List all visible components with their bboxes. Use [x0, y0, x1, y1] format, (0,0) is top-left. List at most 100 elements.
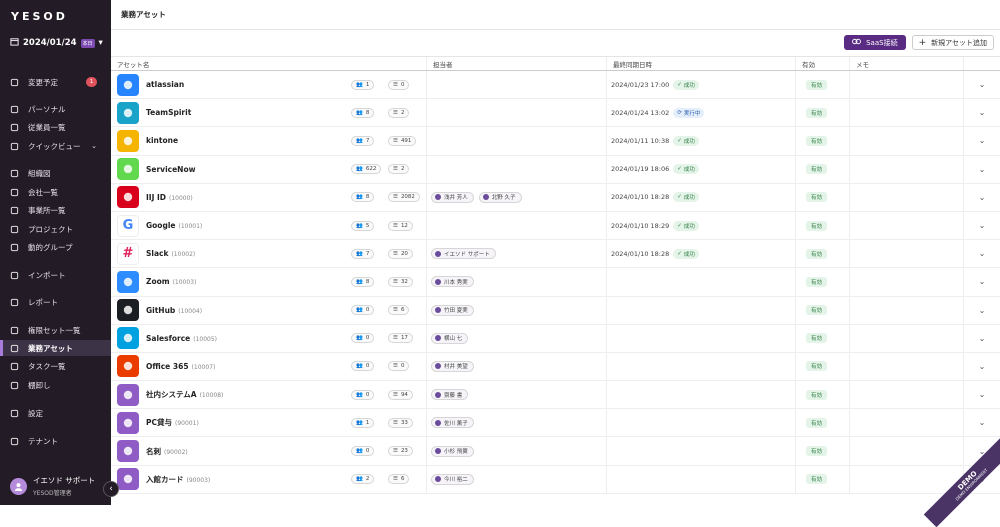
owner-chip[interactable]: イエソド サポート [431, 248, 496, 259]
table-row[interactable]: GGoogle(10001)👥5☰122024/01/10 18:29✓成功有効… [111, 212, 1000, 240]
asset-name[interactable]: atlassian [146, 80, 187, 89]
asset-id: (10003) [173, 279, 197, 286]
list-icon: ☰ [393, 279, 398, 285]
sidebar-item-2[interactable]: 従業員一覧 [0, 119, 111, 135]
sidebar-item-5[interactable]: 会社一覧 [0, 184, 111, 200]
table-row[interactable]: 入館カード(90003)👥2☰6今川 裕二有効⌄ [111, 466, 1000, 494]
sidebar-item-11[interactable]: 権限セット一覧 [0, 322, 111, 338]
date-selector[interactable]: 2024/01/24 本日 ▾ [10, 37, 103, 49]
sidebar-item-4[interactable]: 組織図 [0, 165, 111, 181]
sidebar-item-10[interactable]: レポート [0, 294, 111, 310]
expand-row-button[interactable]: ⌄ [964, 325, 1000, 352]
owner-name: 今川 裕二 [444, 475, 468, 483]
sidebar-item-6[interactable]: 事業所一覧 [0, 202, 111, 218]
collapse-sidebar-button[interactable]: ‹ [103, 481, 119, 497]
asset-name[interactable]: PC貸与(90001) [146, 417, 199, 428]
expand-row-button[interactable]: ⌄ [964, 184, 1000, 211]
expand-row-button[interactable]: ⌄ [964, 212, 1000, 239]
table-row[interactable]: IIJ ID(10000)👥8☰2082浅井 芳人北野 久子2024/01/10… [111, 184, 1000, 212]
owner-chip[interactable]: 小杉 飛翼 [431, 446, 474, 457]
sidebar-item-7[interactable]: プロジェクト [0, 221, 111, 237]
sidebar-item-16[interactable]: テナント [0, 433, 111, 449]
add-asset-button[interactable]: + 新規アセット追加 [912, 35, 994, 50]
asset-name[interactable]: Zoom(10003) [146, 277, 196, 286]
expand-row-button[interactable]: ⌄ [964, 268, 1000, 295]
valid-badge: 有効 [806, 446, 827, 456]
sidebar-item-9[interactable]: インポート [0, 267, 111, 283]
sidebar-item-14[interactable]: 棚卸し [0, 377, 111, 393]
user-menu[interactable]: イエソド サポート YESOD管理者 [10, 475, 95, 497]
owner-name: 村井 美望 [444, 362, 468, 370]
sidebar-item-8[interactable]: 動的グループ [0, 239, 111, 255]
expand-row-button[interactable]: ⌄ [964, 353, 1000, 380]
sidebar-item-15[interactable]: 設定 [0, 405, 111, 421]
asset-name[interactable]: IIJ ID(10000) [146, 193, 193, 202]
memo-cell [850, 71, 964, 98]
expand-row-button[interactable]: ⌄ [964, 99, 1000, 126]
col-valid[interactable]: 有効 [796, 57, 850, 70]
user-count-pill: 👥0 [351, 361, 374, 371]
person-icon [435, 420, 441, 426]
sidebar-item-13[interactable]: タスク一覧 [0, 358, 111, 374]
sync-status-badge: ✓成功 [673, 164, 699, 174]
owner-chip[interactable]: 佐川 薫子 [431, 417, 474, 428]
sidebar-item-3[interactable]: クイックビュー⌄ [0, 138, 111, 154]
owner-chip[interactable]: 村井 美望 [431, 361, 474, 372]
owner-chip[interactable]: 今川 裕二 [431, 474, 474, 485]
table-row[interactable]: Office 365(10007)👥0☰0村井 美望有効⌄ [111, 353, 1000, 381]
asset-name[interactable]: TeamSpirit [146, 108, 194, 117]
memo-cell [850, 99, 964, 126]
expand-row-button[interactable]: ⌄ [964, 156, 1000, 183]
asset-name[interactable]: kintone [146, 136, 181, 145]
atlassian-icon [117, 74, 139, 96]
owner-chip[interactable]: 北野 久子 [479, 192, 522, 203]
asset-name[interactable]: Salesforce(10005) [146, 334, 217, 343]
table-row[interactable]: PC貸与(90001)👥1☰33佐川 薫子有効⌄ [111, 409, 1000, 437]
person-icon [10, 105, 19, 114]
asset-name[interactable]: 社内システムA(10008) [146, 389, 223, 400]
owner-chip[interactable]: 横山 七 [431, 333, 468, 344]
table-row[interactable]: #Slack(10002)👥7☰20イエソド サポート2024/01/10 18… [111, 240, 1000, 268]
asset-name[interactable]: Office 365(10007) [146, 362, 215, 371]
col-actions [964, 57, 1000, 70]
table-row[interactable]: GitHub(10004)👥0☰6竹田 夏実有効⌄ [111, 297, 1000, 325]
owner-chip[interactable]: 川本 秀実 [431, 276, 474, 287]
asset-name[interactable]: 名刺(90002) [146, 446, 188, 457]
kintone-icon [117, 130, 139, 152]
table-row[interactable]: kintone👥7☰4912024/01/11 10:38✓成功有効⌄ [111, 127, 1000, 155]
table-row[interactable]: 名刺(90002)👥0☰23小杉 飛翼有効⌄ [111, 437, 1000, 465]
owner-chip[interactable]: 齋藤 書 [431, 389, 468, 400]
table-row[interactable]: atlassian👥1☰02024/01/23 17:00✓成功有効⌄ [111, 71, 1000, 99]
add-asset-label: 新規アセット追加 [931, 38, 987, 48]
owner-chip[interactable]: 竹田 夏実 [431, 305, 474, 316]
owner-chip[interactable]: 浅井 芳人 [431, 192, 474, 203]
asset-name[interactable]: ServiceNow [146, 165, 199, 174]
expand-row-button[interactable]: ⌄ [964, 240, 1000, 267]
table-row[interactable]: TeamSpirit👥8☰22024/01/24 13:02⟳実行中有効⌄ [111, 99, 1000, 127]
laptop-icon [117, 412, 139, 434]
list-icon: ☰ [393, 392, 398, 398]
expand-row-button[interactable]: ⌄ [964, 381, 1000, 408]
expand-row-button[interactable]: ⌄ [964, 409, 1000, 436]
asset-name[interactable]: Slack(10002) [146, 249, 195, 258]
memo-cell [850, 156, 964, 183]
col-memo[interactable]: メモ [850, 57, 964, 70]
col-last-sync[interactable]: 最終同期日時 [607, 57, 796, 70]
sidebar-item-1[interactable]: パーソナル [0, 101, 111, 117]
asset-name[interactable]: GitHub(10004) [146, 306, 202, 315]
expand-row-button[interactable]: ⌄ [964, 127, 1000, 154]
asset-name[interactable]: 入館カード(90003) [146, 474, 210, 485]
sidebar-item-0[interactable]: 変更予定1 [0, 74, 111, 90]
expand-row-button[interactable]: ⌄ [964, 297, 1000, 324]
expand-row-button[interactable]: ⌄ [964, 71, 1000, 98]
col-asset-name[interactable]: アセット名 [111, 57, 427, 70]
asset-id: (90001) [175, 420, 199, 427]
table-row[interactable]: 社内システムA(10008)👥0☰94齋藤 書有効⌄ [111, 381, 1000, 409]
table-row[interactable]: ServiceNow👥622☰22024/01/19 18:06✓成功有効⌄ [111, 156, 1000, 184]
sidebar-item-12[interactable]: 業務アセット [0, 340, 111, 356]
table-row[interactable]: Salesforce(10005)👥0☰17横山 七有効⌄ [111, 325, 1000, 353]
col-owner[interactable]: 担当者 [427, 57, 607, 70]
table-row[interactable]: Zoom(10003)👥8☰32川本 秀実有効⌄ [111, 268, 1000, 296]
saas-connect-button[interactable]: SaaS接続 [844, 35, 905, 50]
asset-name[interactable]: Google(10001) [146, 221, 202, 230]
